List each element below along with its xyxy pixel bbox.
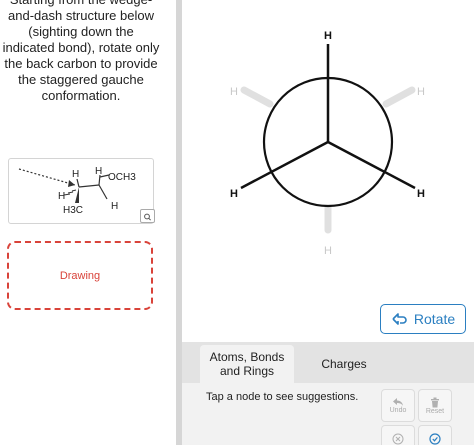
check-circle-icon	[429, 433, 441, 445]
tab-label: Charges	[321, 357, 367, 371]
c-c-bond	[78, 184, 100, 188]
wedge-bond	[75, 187, 79, 203]
label-h3c: H3C	[63, 205, 83, 216]
instruction-line: indicated bond), rotate only	[2, 40, 160, 55]
wedge-dash-structure: H H OCH3 H H3C H	[8, 158, 154, 224]
zoom-button[interactable]	[140, 209, 155, 223]
ghost-bond-upper-right	[382, 86, 416, 108]
instructions-text: Starting from the wedge- and-dash struct…	[0, 0, 162, 104]
front-h-right[interactable]: H	[417, 188, 425, 200]
magnifier-icon	[144, 213, 151, 221]
bond-h-bottom	[98, 184, 108, 200]
sighting-arrow	[18, 168, 76, 186]
instruction-line: the back carbon to provide	[4, 56, 158, 71]
tab-label-line1: Atoms, Bonds	[209, 350, 285, 364]
back-h-upper-right[interactable]: H	[417, 86, 425, 98]
undo-button[interactable]: Undo	[381, 389, 415, 422]
instruction-line: conformation.	[41, 88, 121, 103]
newman-projection: H H H H H H	[230, 30, 425, 257]
label-h-left: H	[58, 191, 65, 202]
reset-label: Reset	[425, 407, 445, 415]
front-h-top[interactable]: H	[324, 30, 332, 42]
instruction-line: (sighting down the	[28, 24, 134, 39]
drawing-area[interactable]: Drawing	[7, 241, 153, 310]
close-circle-icon	[392, 433, 404, 445]
tab-charges[interactable]: Charges	[302, 345, 386, 383]
undo-label: Undo	[389, 407, 407, 414]
bond-h-top	[76, 178, 80, 188]
instruction-line: the staggered gauche	[18, 72, 144, 87]
label-h-right: H	[95, 166, 102, 177]
label-h-bottom: H	[111, 201, 118, 212]
rotate-label: Rotate	[413, 311, 456, 327]
front-h-left[interactable]: H	[230, 188, 238, 200]
submit-button[interactable]	[418, 425, 452, 445]
undo-icon	[393, 398, 403, 406]
suggestion-hint: Tap a node to see suggestions.	[206, 391, 359, 403]
structure-drawing: H H OCH3 H H3C H	[18, 166, 136, 216]
label-h-top: H	[72, 169, 79, 180]
back-h-upper-left[interactable]: H	[230, 86, 238, 98]
hash-bond	[63, 189, 77, 196]
tab-atoms-bonds-rings[interactable]: Atoms, Bonds and Rings	[200, 345, 294, 383]
instruction-line: Starting from the wedge-	[0, 0, 162, 8]
reset-button[interactable]: Reset	[418, 389, 452, 422]
arrow-head	[68, 180, 75, 187]
back-h-bottom[interactable]: H	[324, 245, 332, 257]
tab-label-line2: and Rings	[219, 364, 275, 378]
trash-icon	[431, 397, 439, 407]
rotate-button[interactable]: Rotate	[380, 304, 466, 334]
left-panel: Starting from the wedge- and-dash struct…	[0, 0, 176, 445]
ghost-bond-upper-left	[240, 86, 274, 108]
newman-canvas[interactable]: H H H H H H	[182, 0, 474, 342]
instruction-line: and-dash structure below	[8, 8, 154, 23]
drawing-label: Drawing	[59, 269, 101, 282]
cancel-button[interactable]	[381, 425, 415, 445]
rotate-icon	[392, 313, 407, 325]
label-och3: OCH3	[108, 172, 136, 183]
